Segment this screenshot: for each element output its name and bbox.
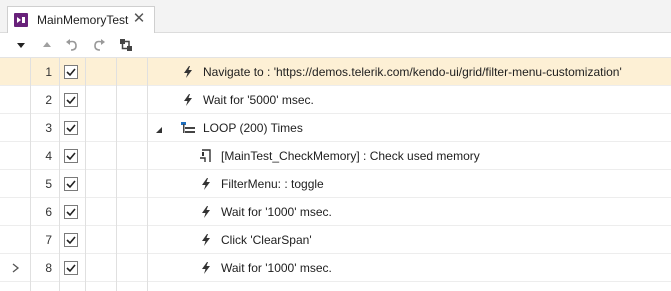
- lightning-icon: [199, 261, 213, 275]
- step-number: 1: [45, 65, 52, 79]
- tab-title: MainMemoryTest: [37, 13, 129, 27]
- step-enabled-checkbox[interactable]: [64, 121, 78, 135]
- test-as-step-icon: [199, 149, 213, 163]
- step-number: 2: [45, 93, 52, 107]
- step-row[interactable]: 4 [MainTest_CheckMemory] : Check used me…: [0, 142, 671, 170]
- close-tab-icon[interactable]: ✕: [132, 11, 146, 26]
- step-number: 3: [45, 121, 52, 135]
- column-divider: [116, 58, 117, 291]
- undo-icon[interactable]: [64, 37, 80, 53]
- step-number: 7: [45, 233, 52, 247]
- step-description: [MainTest_CheckMemory] : Check used memo…: [221, 149, 480, 163]
- test-file-icon: [14, 13, 28, 27]
- redo-icon[interactable]: [91, 37, 107, 53]
- lightning-icon: [199, 205, 213, 219]
- step-enabled-checkbox[interactable]: [64, 93, 78, 107]
- step-row[interactable]: 3 LOOP (200) Times: [0, 114, 671, 142]
- lightning-icon: [199, 177, 213, 191]
- step-enabled-checkbox[interactable]: [64, 65, 78, 79]
- step-enabled-checkbox[interactable]: [64, 261, 78, 275]
- step-enabled-checkbox[interactable]: [64, 177, 78, 191]
- column-divider: [30, 58, 31, 291]
- column-divider: [59, 58, 60, 291]
- step-description: LOOP (200) Times: [203, 121, 303, 135]
- lightning-icon: [181, 93, 195, 107]
- toolbar: [0, 33, 671, 58]
- collapse-loop-icon[interactable]: [155, 123, 165, 133]
- step-description: Click 'ClearSpan': [221, 233, 312, 247]
- lightning-icon: [199, 233, 213, 247]
- column-divider: [85, 58, 86, 291]
- lightning-icon: [181, 65, 195, 79]
- step-description: Navigate to : 'https://demos.telerik.com…: [203, 65, 622, 79]
- step-description: Wait for '1000' msec.: [221, 261, 332, 275]
- current-row-indicator: [0, 254, 30, 282]
- steps-grid: 1 Navigate to : 'https://demos.telerik.c…: [0, 58, 671, 291]
- tab-strip: MainMemoryTest ✕: [0, 0, 671, 33]
- step-description: FilterMenu: : toggle: [221, 177, 324, 191]
- step-description: Wait for '1000' msec.: [221, 205, 332, 219]
- step-enabled-checkbox[interactable]: [64, 233, 78, 247]
- step-number: 6: [45, 205, 52, 219]
- dropdown-arrow-icon[interactable]: [13, 37, 29, 53]
- step-row[interactable]: 6 Wait for '1000' msec.: [0, 198, 671, 226]
- step-description: Wait for '5000' msec.: [203, 93, 314, 107]
- step-row[interactable]: 5 FilterMenu: : toggle: [0, 170, 671, 198]
- step-enabled-checkbox[interactable]: [64, 149, 78, 163]
- step-row[interactable]: 7 Click 'ClearSpan': [0, 226, 671, 254]
- loop-icon: [181, 121, 195, 135]
- step-number: 5: [45, 177, 52, 191]
- step-enabled-checkbox[interactable]: [64, 205, 78, 219]
- tab-main-memory-test[interactable]: MainMemoryTest ✕: [7, 6, 155, 33]
- column-divider: [147, 58, 148, 291]
- step-row[interactable]: 8 Wait for '1000' msec.: [0, 254, 671, 282]
- step-row[interactable]: 1 Navigate to : 'https://demos.telerik.c…: [0, 58, 671, 86]
- pin-step-icon[interactable]: [118, 37, 134, 53]
- step-number: 4: [45, 149, 52, 163]
- step-row[interactable]: 2 Wait for '5000' msec.: [0, 86, 671, 114]
- step-number: 8: [45, 261, 52, 275]
- move-up-icon[interactable]: [39, 37, 55, 53]
